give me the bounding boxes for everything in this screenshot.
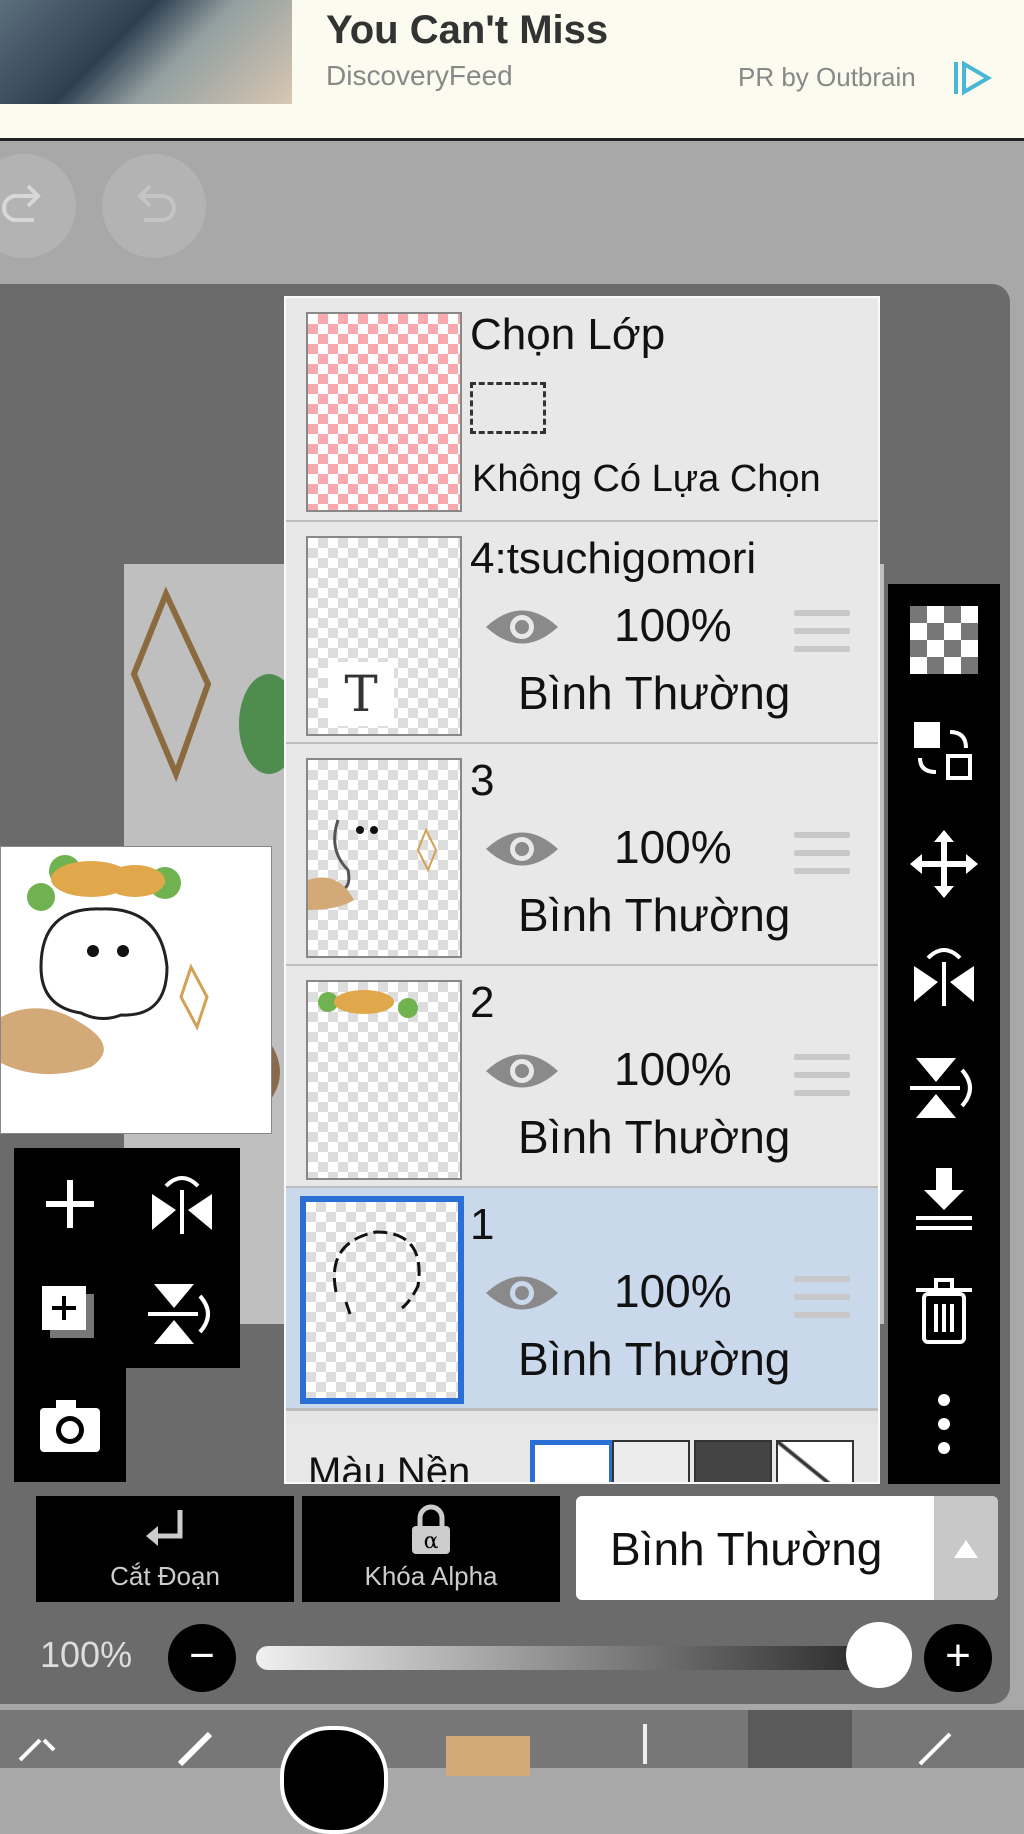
background-color-row: Màu Nền bbox=[286, 1424, 878, 1482]
blend-mode-value: Bình Thường bbox=[610, 1523, 883, 1575]
more-icon[interactable] bbox=[910, 1390, 978, 1458]
undo-button[interactable] bbox=[0, 154, 76, 258]
selection-layer-title: Chọn Lớp bbox=[470, 310, 666, 359]
layer-blend-mode: Bình Thường bbox=[518, 1111, 791, 1163]
lock-icon: α bbox=[412, 1504, 450, 1554]
layer-thumbnail bbox=[300, 1196, 464, 1404]
layer-blend-mode: Bình Thường bbox=[518, 889, 791, 941]
flip-v-icon[interactable] bbox=[148, 1280, 216, 1348]
redo-icon bbox=[137, 184, 176, 222]
drag-handle-icon[interactable] bbox=[794, 1054, 850, 1098]
bg-swatch-dark[interactable] bbox=[694, 1440, 772, 1482]
drag-handle-icon[interactable] bbox=[794, 610, 850, 654]
clipping-button[interactable]: Cắt Đoạn bbox=[36, 1496, 294, 1602]
undo-icon bbox=[2, 184, 41, 222]
layer-thumb-drawing bbox=[318, 990, 418, 1018]
opacity-slider-track[interactable] bbox=[256, 1646, 896, 1670]
flip-horizontal-icon[interactable] bbox=[910, 942, 978, 1010]
layer-row[interactable]: T 4:tsuchigomori 100% Bình Thường bbox=[286, 522, 878, 745]
camera-icon[interactable] bbox=[36, 1392, 104, 1460]
checker-icon[interactable] bbox=[910, 606, 978, 674]
ad-banner[interactable]: You Can't Miss DiscoveryFeed PR by Outbr… bbox=[0, 0, 1024, 141]
clipping-label: Cắt Đoạn bbox=[110, 1561, 220, 1591]
layer-row[interactable]: 2 100% Bình Thường bbox=[286, 966, 878, 1189]
visibility-eye-icon[interactable] bbox=[482, 824, 562, 874]
visibility-eye-icon[interactable] bbox=[482, 602, 562, 652]
bg-swatch-none[interactable] bbox=[776, 1440, 854, 1482]
visibility-eye-icon[interactable] bbox=[482, 1046, 562, 1096]
layer-thumbnail: T bbox=[306, 536, 462, 736]
menu-tool-icon[interactable] bbox=[900, 1724, 960, 1768]
svg-text:α: α bbox=[424, 1529, 439, 1554]
layer-row-selected[interactable]: 1 100% Bình Thường bbox=[286, 1188, 878, 1411]
opacity-decrease-button[interactable]: − bbox=[168, 1624, 236, 1692]
layer-opacity: 100% bbox=[614, 599, 732, 651]
layer-opacity: 100% bbox=[614, 1043, 732, 1095]
selection-status: Không Có Lựa Chọn bbox=[472, 458, 821, 500]
adchoices-icon[interactable] bbox=[952, 58, 992, 98]
ad-title[interactable]: You Can't Miss bbox=[326, 8, 608, 53]
layer-row[interactable]: 3 100% Bình Thường bbox=[286, 744, 878, 967]
opacity-increase-button[interactable]: + bbox=[924, 1624, 992, 1692]
drag-handle-icon[interactable] bbox=[794, 832, 850, 876]
layer-name: 3 bbox=[470, 756, 495, 805]
preview-drawing bbox=[1, 855, 209, 1075]
layer-quick-tools bbox=[14, 1148, 240, 1368]
layer-name: 4:tsuchigomori bbox=[470, 534, 757, 583]
drag-handle-icon[interactable] bbox=[794, 1276, 850, 1320]
secondary-color-swatch[interactable] bbox=[446, 1736, 530, 1776]
layer-name: 2 bbox=[470, 978, 495, 1027]
layer-tool-icon[interactable] bbox=[630, 1720, 660, 1768]
layer-thumbnail bbox=[306, 758, 462, 958]
opacity-value: 100% bbox=[40, 1634, 133, 1675]
trash-icon[interactable] bbox=[910, 1278, 978, 1346]
merge-down-icon[interactable] bbox=[910, 1166, 978, 1234]
flip-h-icon[interactable] bbox=[148, 1170, 216, 1238]
layer-thumb-drawing bbox=[332, 1230, 421, 1315]
camera-tool bbox=[14, 1368, 126, 1482]
add-layer-icon[interactable] bbox=[36, 1170, 104, 1238]
layer-blend-mode: Bình Thường bbox=[518, 667, 791, 719]
redo-button[interactable] bbox=[102, 154, 206, 258]
layer-name: 1 bbox=[470, 1200, 495, 1249]
chevron-up-icon bbox=[954, 1540, 978, 1558]
selection-marquee-icon bbox=[470, 382, 546, 434]
visibility-eye-icon[interactable] bbox=[482, 1268, 562, 1318]
alpha-lock-label: Khóa Alpha bbox=[364, 1561, 498, 1591]
primary-color-swatch[interactable] bbox=[280, 1726, 388, 1834]
ad-source: DiscoveryFeed bbox=[326, 60, 513, 91]
flip-vertical-icon[interactable] bbox=[910, 1054, 978, 1122]
opacity-slider-handle[interactable] bbox=[846, 1622, 912, 1688]
dropdown-arrow[interactable] bbox=[934, 1496, 998, 1600]
ad-pr-label[interactable]: PR by Outbrain bbox=[738, 62, 916, 93]
layer-opacity: 100% bbox=[614, 821, 732, 873]
bg-swatch-white[interactable] bbox=[530, 1440, 614, 1482]
blend-mode-select[interactable]: Bình Thường bbox=[576, 1496, 998, 1600]
layer-blend-mode: Bình Thường bbox=[518, 1333, 791, 1385]
selection-layer-thumbnail bbox=[306, 312, 462, 512]
background-color-label: Màu Nền bbox=[308, 1450, 471, 1484]
pen-tool-icon[interactable] bbox=[170, 1724, 230, 1768]
canvas-preview[interactable] bbox=[0, 846, 272, 1134]
layer-thumbnail bbox=[306, 980, 462, 1180]
alpha-lock-button[interactable]: α Khóa Alpha bbox=[302, 1496, 560, 1602]
transform-tool-icon[interactable] bbox=[10, 1720, 66, 1768]
layer-opacity: 100% bbox=[614, 1265, 732, 1317]
layers-tab-active[interactable] bbox=[748, 1710, 852, 1768]
clipping-arrow-icon bbox=[146, 1510, 183, 1546]
duplicate-layer-icon[interactable] bbox=[36, 1280, 104, 1348]
layer-tools-toolbar bbox=[888, 584, 1000, 1484]
text-layer-icon: T bbox=[328, 662, 394, 726]
bg-swatch-checker[interactable] bbox=[612, 1440, 690, 1482]
ad-image[interactable] bbox=[0, 0, 292, 104]
selection-layer-row[interactable]: Chọn Lớp Không Có Lựa Chọn bbox=[286, 298, 878, 523]
layer-panel: Chọn Lớp Không Có Lựa Chọn T 4:tsuchigom… bbox=[284, 296, 880, 1484]
move-icon[interactable] bbox=[910, 830, 978, 898]
layer-thumb-drawing bbox=[308, 819, 438, 910]
swap-icon[interactable] bbox=[910, 718, 978, 786]
